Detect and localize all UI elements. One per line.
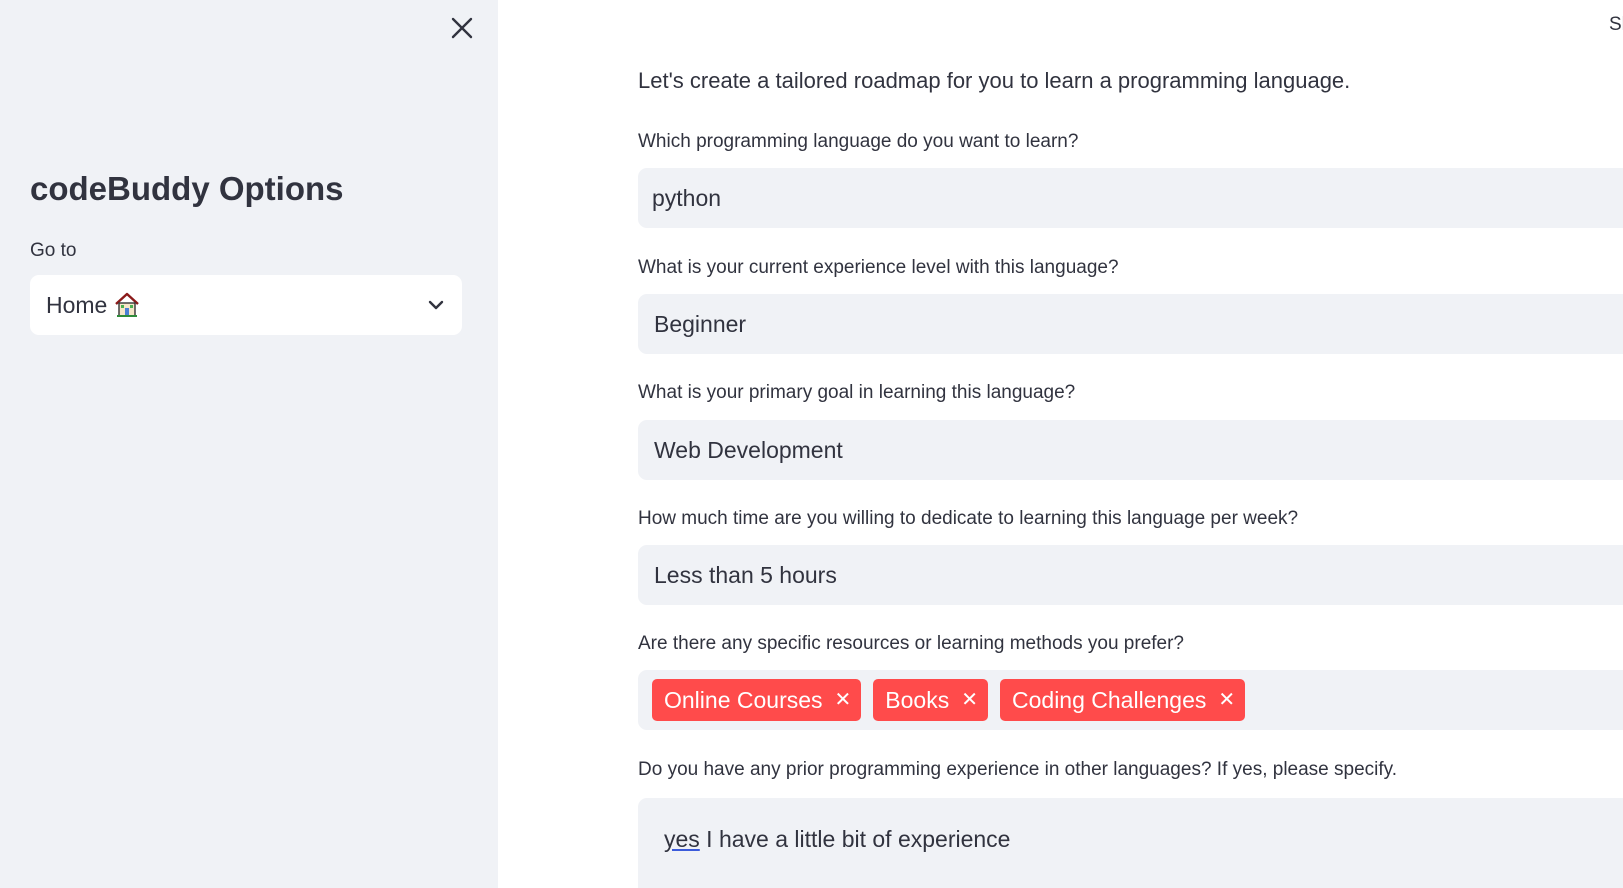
goto-label: Go to: [30, 240, 77, 261]
remove-tag-icon[interactable]: ✕: [961, 690, 978, 710]
tag-books: Books ✕: [873, 679, 988, 721]
experience-select[interactable]: Beginner: [638, 294, 1623, 354]
tag-coding-challenges: Coding Challenges ✕: [1000, 679, 1246, 721]
chevron-down-icon: [428, 300, 444, 310]
close-icon: [451, 17, 473, 39]
tag-label: Coding Challenges: [1012, 686, 1207, 713]
tag-online-courses: Online Courses ✕: [652, 679, 862, 721]
page-select-value-wrap: Home: [46, 291, 426, 319]
language-input[interactable]: python: [638, 168, 1623, 228]
spellcheck-word: yes: [664, 826, 700, 852]
tag-label: Online Courses: [664, 686, 823, 713]
language-label: Which programming language do you want t…: [638, 131, 1079, 152]
intro-text: Let's create a tailored roadmap for you …: [638, 68, 1351, 93]
top-right-text[interactable]: Sh: [1609, 14, 1623, 36]
house-icon: [115, 292, 140, 317]
resources-multiselect[interactable]: Online Courses ✕ Books ✕ Coding Challeng…: [638, 670, 1623, 730]
goal-label: What is your primary goal in learning th…: [638, 382, 1076, 403]
prior-experience-textarea[interactable]: yes I have a little bit of experience: [638, 798, 1623, 888]
remove-tag-icon[interactable]: ✕: [835, 690, 852, 710]
textarea-text: I have a little bit of experience: [699, 826, 1011, 852]
time-label: How much time are you willing to dedicat…: [638, 508, 1299, 529]
main-content: Sh Let's create a tailored roadmap for y…: [498, 0, 1623, 888]
goal-select[interactable]: Web Development: [638, 420, 1623, 480]
close-sidebar-button[interactable]: [448, 14, 476, 42]
resources-label: Are there any specific resources or lear…: [638, 633, 1184, 654]
remove-tag-icon[interactable]: ✕: [1218, 690, 1235, 710]
sidebar: codeBuddy Options Go to Home: [0, 0, 498, 888]
sidebar-title: codeBuddy Options: [30, 170, 344, 207]
page-select[interactable]: Home: [30, 275, 462, 335]
page-select-value: Home: [46, 291, 108, 318]
time-select[interactable]: Less than 5 hours: [638, 545, 1623, 605]
tag-label: Books: [885, 686, 950, 713]
prior-experience-label: Do you have any prior programming experi…: [638, 759, 1398, 780]
experience-label: What is your current experience level wi…: [638, 257, 1119, 278]
